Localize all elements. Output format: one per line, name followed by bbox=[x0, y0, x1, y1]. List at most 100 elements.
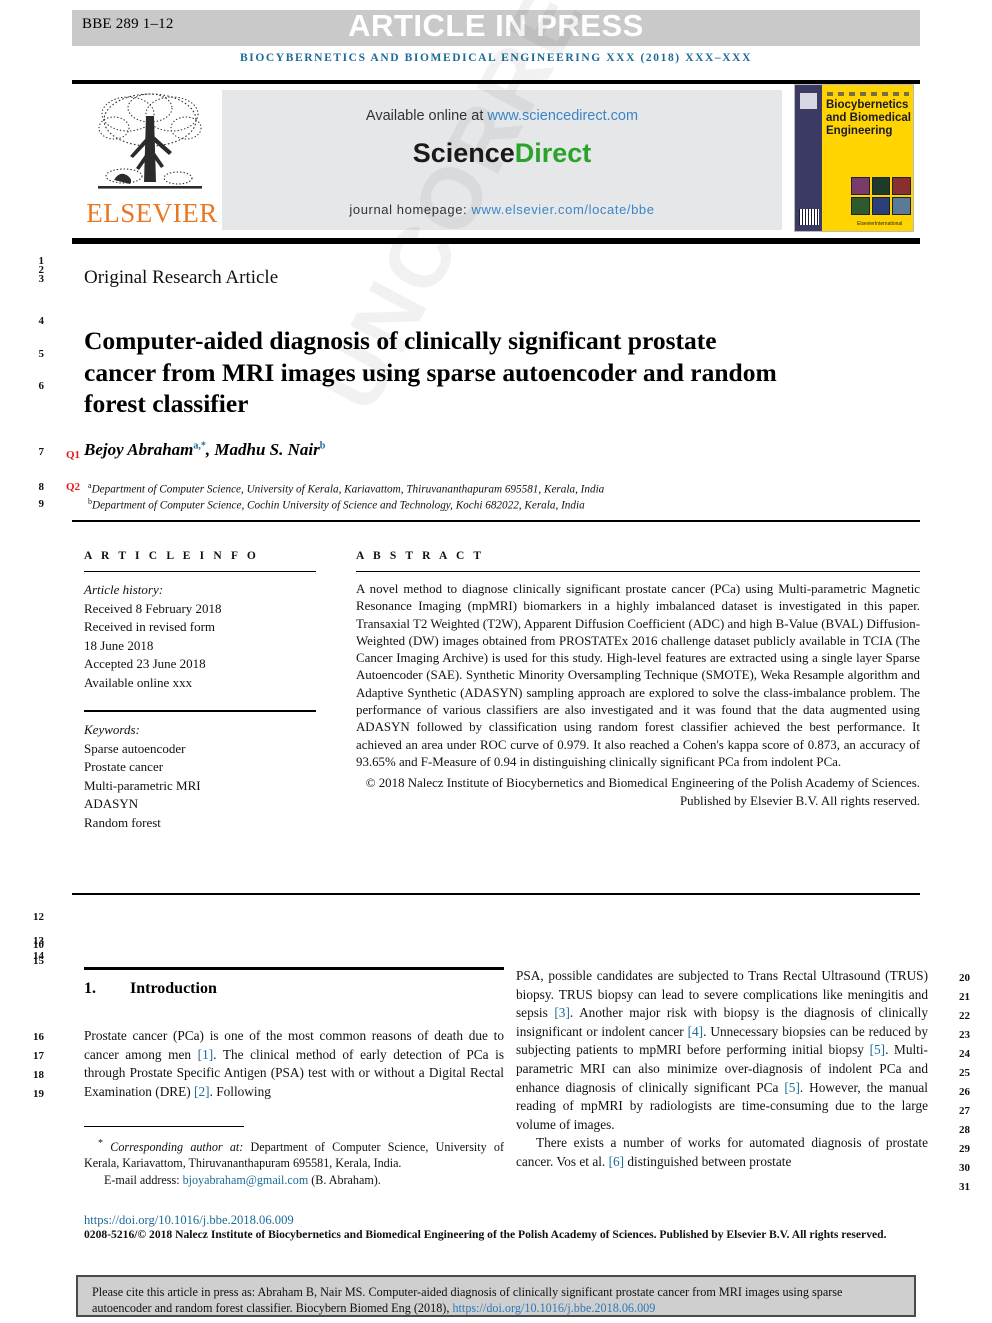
author-affiliation-marker-2[interactable]: b bbox=[320, 440, 326, 451]
line-number: 26 bbox=[959, 1086, 970, 1098]
author-name-1: Bejoy Abraham bbox=[84, 440, 194, 459]
cover-thumb-3 bbox=[892, 177, 911, 195]
citation-ref-4[interactable]: [4] bbox=[688, 1024, 704, 1039]
elsevier-tree-icon bbox=[98, 93, 202, 189]
journal-running-head: Biocybernetics and Biomedical Engineerin… bbox=[240, 52, 752, 64]
author-affiliation-marker-1[interactable]: a,* bbox=[193, 440, 206, 451]
author-list: Bejoy Abrahama,*, Madhu S. Nairb bbox=[84, 440, 326, 459]
paragraph-text: distinguished between prostate bbox=[624, 1153, 792, 1169]
cover-header-rule bbox=[827, 92, 909, 96]
sciencedirect-panel: Available online at www.sciencedirect.co… bbox=[222, 90, 782, 230]
article-history-block: Article history: Received 8 February 201… bbox=[84, 581, 316, 692]
line-number: 18 bbox=[33, 1069, 44, 1081]
citation-ref-5b[interactable]: [5] bbox=[784, 1080, 800, 1095]
abstract-divider bbox=[356, 571, 920, 572]
abstract-block-rule bbox=[72, 893, 920, 895]
citation-ref-6[interactable]: [6] bbox=[609, 1154, 625, 1169]
article-info-column: A R T I C L E I N F O Article history: R… bbox=[84, 550, 316, 832]
line-number: 8 bbox=[38, 481, 45, 493]
section-heading-introduction: 1. Introduction bbox=[84, 980, 217, 998]
keyword-item: Multi-parametric MRI bbox=[84, 777, 201, 793]
article-history-item: Available online xxx bbox=[84, 674, 193, 690]
line-number: 19 bbox=[33, 1088, 44, 1100]
line-number: 29 bbox=[959, 1143, 970, 1155]
cover-thumb-5 bbox=[871, 197, 891, 215]
line-number: 12 bbox=[33, 911, 44, 923]
keyword-item: Random forest bbox=[84, 814, 161, 830]
cover-thumb-2 bbox=[871, 177, 891, 195]
cover-image-grid bbox=[851, 177, 911, 215]
article-in-press-text: ARTICLE IN PRESS bbox=[348, 8, 644, 43]
email-label: E-mail address: bbox=[104, 1172, 183, 1187]
keywords-block: Keywords: Sparse autoencoder Prostate ca… bbox=[84, 721, 316, 832]
email-link[interactable]: bjoyabraham@gmail.com bbox=[183, 1173, 309, 1187]
paragraph: Prostate cancer (PCa) is one of the most… bbox=[84, 1027, 504, 1101]
available-online-text: Available online at www.sciencedirect.co… bbox=[222, 108, 782, 124]
line-number: 17 bbox=[33, 1050, 44, 1062]
cite-doi-link[interactable]: https://doi.org/10.1016/j.bbe.2018.06.00… bbox=[452, 1301, 655, 1315]
keywords-divider bbox=[84, 710, 316, 712]
line-number: 27 bbox=[959, 1105, 970, 1117]
citation-ref-3[interactable]: [3] bbox=[554, 1005, 570, 1020]
sciencedirect-logo: ScienceDirect bbox=[222, 138, 782, 169]
line-number: 15 bbox=[33, 955, 44, 967]
line-number: 24 bbox=[959, 1048, 970, 1060]
line-number: 21 bbox=[959, 991, 970, 1003]
query-mark-q2[interactable]: Q2 bbox=[66, 481, 80, 493]
journal-homepage-text: journal homepage: www.elsevier.com/locat… bbox=[222, 202, 782, 217]
journal-homepage-prefix: journal homepage: bbox=[349, 202, 472, 217]
line-number: 20 bbox=[959, 972, 970, 984]
article-info-divider bbox=[84, 571, 316, 572]
section-title: Introduction bbox=[130, 980, 217, 997]
citation-ref-5a[interactable]: [5] bbox=[870, 1042, 886, 1057]
line-number: 3 bbox=[38, 273, 45, 285]
author-block-rule bbox=[72, 520, 920, 522]
sciencedirect-logo-direct: Direct bbox=[514, 138, 592, 168]
citation-ref-1[interactable]: [1] bbox=[198, 1047, 214, 1062]
affiliation-b: bDepartment of Computer Science, Cochin … bbox=[88, 497, 585, 512]
line-number: 22 bbox=[959, 1010, 970, 1022]
abstract-column: A B S T R A C T A novel method to diagno… bbox=[356, 550, 920, 810]
cite-this-article-box: Please cite this article in press as: Ab… bbox=[76, 1275, 916, 1317]
masthead: ELSEVIER Available online at www.science… bbox=[72, 84, 920, 232]
line-number: 9 bbox=[38, 498, 45, 510]
keywords-label: Keywords: bbox=[84, 722, 140, 737]
line-number: 23 bbox=[959, 1029, 970, 1041]
cover-thumb-4 bbox=[851, 197, 870, 215]
section-number: 1. bbox=[84, 980, 96, 997]
query-mark-q1[interactable]: Q1 bbox=[66, 449, 80, 461]
journal-cover-thumbnail: Biocybernetics and Biomedical Engineerin… bbox=[794, 84, 914, 232]
line-number: 25 bbox=[959, 1067, 970, 1079]
citation-ref-2[interactable]: [2] bbox=[194, 1084, 210, 1099]
paragraph: There exists a number of works for autom… bbox=[516, 1134, 928, 1171]
masthead-bottom-rule bbox=[72, 238, 920, 244]
elsevier-wordmark: ELSEVIER bbox=[86, 198, 218, 228]
cover-thumb-6 bbox=[892, 197, 911, 215]
paragraph: PSA, possible candidates are subjected t… bbox=[516, 967, 928, 1134]
line-number: 5 bbox=[38, 348, 45, 360]
journal-homepage-link[interactable]: www.elsevier.com/locate/bbe bbox=[471, 202, 654, 217]
article-history-item: Received in revised form bbox=[84, 619, 216, 634]
abstract-copyright: © 2018 Nalecz Institute of Biocybernetic… bbox=[365, 776, 920, 808]
sciencedirect-link[interactable]: www.sciencedirect.com bbox=[487, 108, 638, 124]
footnote-rule bbox=[84, 1126, 244, 1127]
cover-thumb-1 bbox=[851, 177, 870, 195]
line-number: 31 bbox=[959, 1181, 970, 1193]
article-history-item: 18 June 2018 bbox=[84, 637, 154, 653]
corresponding-author-star: * bbox=[98, 1138, 104, 1149]
elsevier-logo: ELSEVIER bbox=[80, 86, 220, 232]
article-history-item: Received 8 February 2018 bbox=[84, 600, 222, 616]
keyword-item: ADASYN bbox=[84, 796, 139, 811]
article-info-heading: A R T I C L E I N F O bbox=[84, 550, 259, 562]
body-column-right: PSA, possible candidates are subjected t… bbox=[516, 967, 928, 1172]
author-name-2: Madhu S. Nair bbox=[214, 440, 320, 459]
body-column-left: Prostate cancer (PCa) is one of the most… bbox=[84, 1027, 504, 1101]
page-title: Computer-aided diagnosis of clinically s… bbox=[84, 326, 777, 419]
line-number: 4 bbox=[38, 315, 45, 327]
doi-link[interactable]: https://doi.org/10.1016/j.bbe.2018.06.00… bbox=[84, 1213, 294, 1228]
keyword-item: Prostate cancer bbox=[84, 759, 164, 774]
cover-spine bbox=[795, 85, 822, 231]
cover-journal-title: Biocybernetics and Biomedical Engineerin… bbox=[826, 99, 911, 137]
available-online-prefix: Available online at bbox=[365, 108, 488, 124]
corresponding-author-label: Corresponding author at: bbox=[110, 1140, 244, 1155]
